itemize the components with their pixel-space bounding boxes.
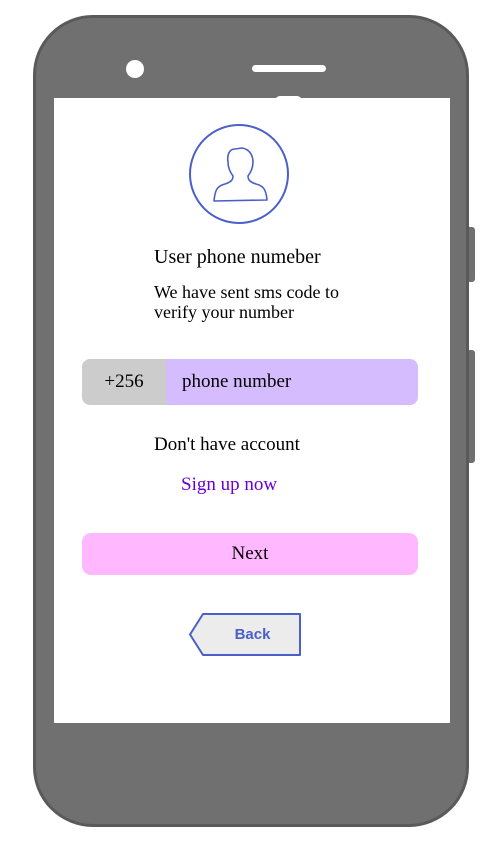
no-account-text: Don't have account xyxy=(154,434,300,455)
phone-number-field: +256 xyxy=(82,359,418,405)
volume-button xyxy=(469,350,475,463)
power-button xyxy=(469,227,475,282)
front-camera xyxy=(126,60,144,78)
back-button-label: Back xyxy=(234,626,271,643)
country-code-selector[interactable]: +256 xyxy=(82,359,166,405)
back-button[interactable]: Back xyxy=(189,613,302,656)
next-button[interactable]: Next xyxy=(82,533,418,575)
page-subtitle: We have sent sms code to verify your num… xyxy=(154,282,340,322)
phone-screen: User phone numeber We have sent sms code… xyxy=(54,98,450,723)
phone-number-input[interactable] xyxy=(166,359,418,405)
page-title: User phone numeber xyxy=(154,246,321,268)
user-avatar-icon xyxy=(189,124,289,224)
earpiece-speaker xyxy=(252,65,326,72)
sign-up-link[interactable]: Sign up now xyxy=(181,474,277,496)
